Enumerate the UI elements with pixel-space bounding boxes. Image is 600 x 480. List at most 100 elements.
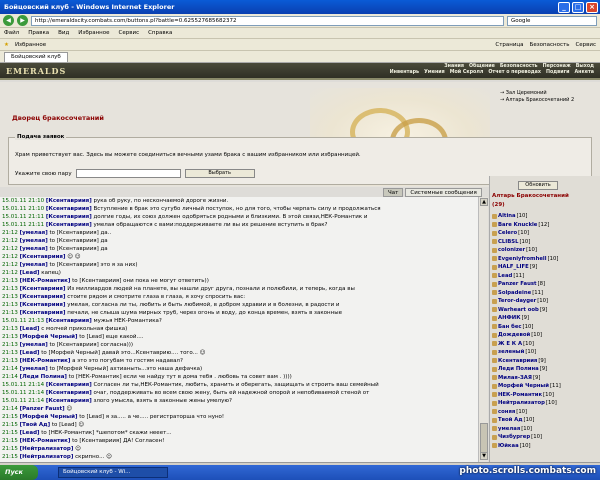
nav-character[interactable]: Персонаж (543, 64, 571, 69)
player-item[interactable]: Bare Knuckle [12] (492, 221, 600, 230)
tools-menu[interactable]: Сервис (575, 42, 596, 48)
player-name[interactable]: Нейтрализатор (498, 399, 545, 408)
player-name[interactable]: Teror-dayger (498, 297, 536, 306)
submit-button[interactable]: Выбрать (184, 169, 255, 178)
menu-tools[interactable]: Сервис (119, 30, 140, 36)
scroll-thumb[interactable] (480, 423, 488, 453)
player-name[interactable]: Bare Knuckle (498, 221, 537, 230)
player-item[interactable]: HALF_LIFE [9] (492, 263, 600, 272)
nav-transfers[interactable]: Отчет о переводах (488, 70, 541, 75)
player-name[interactable]: соняя (498, 408, 515, 417)
player-item[interactable]: Чизбургер [10] (492, 433, 600, 442)
favorites-button[interactable]: Избранное (15, 42, 46, 48)
chat-nick[interactable]: [Твой Ад] (20, 422, 51, 428)
tab-combats[interactable]: Бойцовский клуб (4, 51, 68, 62)
player-name[interactable]: умелая (498, 425, 520, 434)
chat-nick[interactable]: [Нейтрализатор] (20, 446, 74, 452)
player-name[interactable]: Леди Полина (498, 365, 539, 374)
player-name[interactable]: CLIBSL (498, 238, 518, 247)
chat-nick[interactable]: [Ксентавриия] (46, 222, 92, 228)
player-name[interactable]: Solpadeine (498, 289, 531, 298)
player-name[interactable]: Бан бес (498, 323, 522, 332)
player-name[interactable]: Морфей Черный (498, 382, 549, 391)
chat-nick[interactable]: [умелая] (20, 366, 48, 372)
player-item[interactable]: colonizer [10] (492, 246, 600, 255)
player-item[interactable]: НЕК-Романтик [10] (492, 391, 600, 400)
player-item[interactable]: Ж Е К А [10] (492, 340, 600, 349)
chat-nick[interactable]: [Ксентавриия] (46, 382, 92, 388)
tab-system-messages[interactable]: Системные сообщения (405, 188, 482, 197)
player-name[interactable]: Ксентавриия (498, 357, 537, 366)
chat-nick[interactable]: [умелая] (20, 262, 48, 268)
chat-nick[interactable]: [Ксентавриия] (20, 294, 66, 300)
chat-nick[interactable]: [умелая] (20, 238, 48, 244)
player-item[interactable]: Ксентавриия [9] (492, 357, 600, 366)
minimize-button[interactable]: _ (558, 1, 570, 13)
chat-scrollbar[interactable]: ▲ ▼ (478, 197, 488, 462)
player-name[interactable]: Warheart oob (498, 306, 539, 315)
player-name[interactable]: Дождевой (498, 331, 530, 340)
player-name[interactable]: зеленый (498, 348, 524, 357)
chat-nick[interactable]: [Lead] (20, 270, 40, 276)
chat-nick[interactable]: [Ксентавриия] (20, 286, 66, 292)
chat-nick[interactable]: [Panzer Faust] (20, 406, 65, 412)
chat-nick[interactable]: [Ксентавриия] (46, 390, 92, 396)
player-name[interactable]: Evgeniyfromhell (498, 255, 547, 264)
player-item[interactable]: CLIBSL [10] (492, 238, 600, 247)
nav-knowledge[interactable]: Знания (444, 64, 464, 69)
chat-nick[interactable]: [Ксентавриия] (46, 318, 92, 324)
close-button[interactable]: × (586, 1, 598, 13)
chat-nick[interactable]: [Ксентавриия] (46, 198, 92, 204)
player-item[interactable]: умелая [10] (492, 425, 600, 434)
chat-nick[interactable]: [Lead] (20, 326, 40, 332)
scroll-up-icon[interactable]: ▲ (480, 198, 488, 206)
player-item[interactable]: Дождевой [10] (492, 331, 600, 340)
chat-nick[interactable]: [Морфей Черный] (20, 334, 78, 340)
chat-nick[interactable]: [Ксентавриия] (20, 254, 66, 260)
player-item[interactable]: Леди Полина [9] (492, 365, 600, 374)
player-item[interactable]: Teror-dayger [10] (492, 297, 600, 306)
player-name[interactable]: Юйкаа (498, 442, 519, 451)
player-item[interactable]: соняя [10] (492, 408, 600, 417)
search-input[interactable]: Google (507, 15, 597, 26)
start-button[interactable]: Пуск (0, 465, 38, 480)
chat-nick[interactable]: [НЕК-Романтик] (20, 358, 71, 364)
player-item[interactable]: Evgeniyfromhell [10] (492, 255, 600, 264)
player-name[interactable]: НЕК-Романтик (498, 391, 542, 400)
nav-exit[interactable]: Выход (576, 64, 594, 69)
chat-nick[interactable]: [НЕК-Романтик] (20, 278, 71, 284)
chat-nick[interactable]: [Ксентавриия] (20, 302, 66, 308)
scroll-down-icon[interactable]: ▼ (480, 452, 488, 460)
chat-nick[interactable]: [Lead] (20, 430, 40, 436)
player-name[interactable]: Чизбургер (498, 433, 530, 442)
tab-chat[interactable]: Чат (383, 188, 404, 197)
menu-edit[interactable]: Правка (28, 30, 49, 36)
player-item[interactable]: Бан бес [10] (492, 323, 600, 332)
player-name[interactable]: colonizer (498, 246, 525, 255)
chat-nick[interactable]: [Морфей Черный] (20, 414, 78, 420)
forward-icon[interactable]: ▶ (17, 15, 28, 26)
menu-help[interactable]: Справка (148, 30, 172, 36)
player-item[interactable]: Lead [11] (492, 272, 600, 281)
exit-ceremony-hall[interactable]: → Зал Церемоний (500, 90, 574, 97)
back-icon[interactable]: ◀ (3, 15, 14, 26)
maximize-button[interactable]: □ (572, 1, 584, 13)
player-name[interactable]: АНФИК (498, 314, 521, 323)
safety-menu[interactable]: Безопасность (530, 42, 570, 48)
chat-nick[interactable]: [умелая] (20, 230, 48, 236)
player-name[interactable]: Ж Е К А (498, 340, 522, 349)
chat-nick[interactable]: [Ксентавриия] (46, 214, 92, 220)
nav-profile[interactable]: Анкета (574, 70, 594, 75)
chat-nick[interactable]: [умелая] (20, 342, 48, 348)
player-name[interactable]: Милая-ЗАЯ (498, 374, 532, 383)
page-menu[interactable]: Страница (495, 42, 523, 48)
menu-file[interactable]: Файл (4, 30, 19, 36)
player-name[interactable]: Altina (498, 212, 516, 221)
nav-feats[interactable]: Подвиги (546, 70, 569, 75)
chat-nick[interactable]: [НЕК-Романтик] (20, 438, 71, 444)
player-item[interactable]: Милая-ЗАЯ [9] (492, 374, 600, 383)
player-item[interactable]: Panzer Faust [8] (492, 280, 600, 289)
chat-nick[interactable]: [Нейтрализатор] (20, 454, 74, 460)
player-item[interactable]: Твой Ад [10] (492, 416, 600, 425)
player-name[interactable]: Твой Ад (498, 416, 523, 425)
